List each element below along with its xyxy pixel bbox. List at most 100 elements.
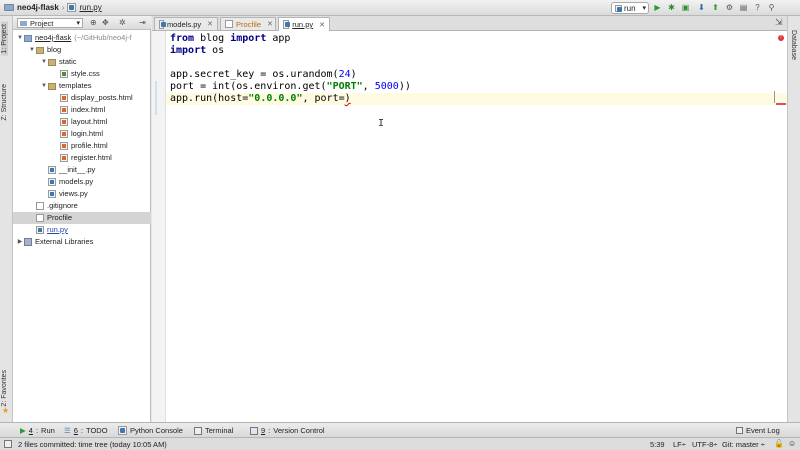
python-file-icon [48, 166, 56, 174]
tree-item[interactable]: login.html [13, 128, 151, 140]
terminal-tool-label: Terminal [205, 426, 234, 435]
search-icon[interactable]: ⚲ [766, 2, 777, 13]
python-console-button[interactable]: Python Console [118, 426, 183, 435]
toggle-tool-windows-icon[interactable] [4, 440, 12, 448]
tree-item[interactable]: run.py [13, 224, 151, 236]
vcs-commit-icon[interactable]: ⬆ [710, 2, 721, 13]
editor-split-icon[interactable]: ⇲ [775, 17, 783, 28]
code-editor[interactable]: from blog import app import os app.secret_… [152, 31, 787, 422]
error-indicator-icon[interactable]: ! [778, 35, 784, 41]
collapse-icon[interactable]: ✥ [102, 18, 109, 27]
run-tool-button[interactable]: ▶ 4: Run [20, 426, 55, 435]
text-cursor-icon: I [378, 118, 385, 129]
tree-item[interactable]: __init__.py [13, 164, 151, 176]
keyword-token: import [170, 45, 207, 56]
lock-icon[interactable]: 🔓 [774, 439, 784, 448]
tree-item-label: login.html [71, 129, 104, 138]
event-log-button[interactable]: Event Log [736, 426, 780, 435]
todo-icon: ☰ [64, 426, 71, 435]
tree-item-label: run.py [47, 225, 68, 234]
project-tool-tab[interactable]: 1: Project [1, 22, 8, 56]
run-icon[interactable]: ▶ [652, 2, 663, 13]
tab-procfile[interactable]: Procfile ✕ [220, 17, 276, 30]
version-control-button[interactable]: 9: Version Control [250, 426, 325, 435]
expand-arrow-icon[interactable]: ▼ [16, 32, 24, 44]
collapse-arrow-icon[interactable]: ▶ [16, 236, 24, 248]
tree-item[interactable]: layout.html [13, 116, 151, 128]
tab-models-py[interactable]: models.py ✕ [154, 17, 218, 30]
terminal-tool-button[interactable]: Terminal [194, 426, 233, 435]
tree-item[interactable]: index.html [13, 104, 151, 116]
breadcrumb-file[interactable]: run.py [79, 3, 101, 12]
help-icon[interactable]: ? [752, 2, 763, 13]
tree-item[interactable]: display_posts.html [13, 92, 151, 104]
python-file-icon [615, 4, 622, 12]
tree-item[interactable]: Procfile [13, 212, 151, 224]
code-token: app.run(host= [170, 93, 249, 104]
code-token: blog [194, 33, 231, 44]
bottom-tool-bar: ▶ 4: Run ☰ 6: TODO Python Console Termin… [0, 422, 800, 437]
keyword-token: import [230, 33, 267, 44]
python-console-label: Python Console [130, 426, 183, 435]
run-tool-number: 4 [28, 426, 33, 435]
error-stripe-mark[interactable] [776, 103, 786, 105]
tree-item[interactable]: ▼ blog [13, 44, 151, 56]
expand-arrow-icon[interactable]: ▼ [28, 44, 36, 56]
vcs-update-icon[interactable]: ⬇ [696, 2, 707, 13]
project-view-select[interactable]: Project [17, 18, 83, 28]
tree-item[interactable]: models.py [13, 176, 151, 188]
tree-item-label: Procfile [47, 213, 73, 222]
tree-item-label: style.css [71, 69, 100, 78]
code-token: ) [350, 69, 357, 80]
python-file-icon [159, 19, 166, 29]
star-icon: ★ [2, 406, 10, 415]
line-separator[interactable]: LF÷ [673, 440, 686, 449]
settings-icon[interactable]: ⚙ [724, 2, 735, 13]
expand-arrow-icon[interactable]: ▼ [40, 80, 48, 92]
expand-arrow-icon[interactable]: ▼ [40, 56, 48, 68]
tree-item[interactable]: views.py [13, 188, 151, 200]
version-control-icon [250, 426, 258, 435]
close-icon[interactable]: ✕ [207, 20, 213, 28]
structure-icon[interactable]: ▤ [738, 2, 749, 13]
favorites-tool-tab[interactable]: 2: Favorites [1, 370, 8, 407]
chevron-down-icon: ▾ [642, 5, 646, 12]
change-marker [155, 81, 163, 115]
breadcrumb-project[interactable]: neo4j-flask [17, 3, 59, 12]
close-icon[interactable]: ✕ [267, 20, 273, 28]
git-branch[interactable]: Git: master ÷ [722, 440, 765, 449]
inspector-icon[interactable]: ☺ [788, 439, 796, 448]
gear-icon[interactable]: ✲ [119, 18, 126, 27]
tree-item[interactable]: style.css [13, 68, 151, 80]
tree-item-label: display_posts.html [71, 93, 133, 102]
tree-item[interactable]: .gitignore [13, 200, 151, 212]
run-config-select[interactable]: run ▾ [611, 2, 649, 14]
tree-item[interactable]: ▼ static [13, 56, 151, 68]
tab-run-py[interactable]: run.py ✕ [278, 17, 330, 31]
close-icon[interactable]: ✕ [319, 21, 325, 29]
code-token: port = int(os.environ.get( [170, 81, 327, 92]
html-file-icon [60, 106, 68, 114]
library-icon [24, 238, 32, 246]
tree-item[interactable]: ▼ templates [13, 80, 151, 92]
status-message[interactable]: 2 files committed: time tree (today 10:0… [18, 440, 167, 449]
database-tool-tab[interactable]: Database [790, 30, 797, 60]
coverage-icon[interactable]: ▣ [680, 2, 691, 13]
css-file-icon [60, 70, 68, 78]
hide-panel-icon[interactable]: ⇥ [139, 18, 146, 27]
todo-tool-button[interactable]: ☰ 6: TODO [64, 426, 108, 435]
tree-item[interactable]: register.html [13, 152, 151, 164]
sync-icon[interactable]: ⊕ [90, 18, 97, 27]
tree-item[interactable]: profile.html [13, 140, 151, 152]
tab-label: run.py [292, 20, 314, 29]
debug-icon[interactable]: ✱ [666, 2, 677, 13]
html-file-icon [60, 130, 68, 138]
tree-item-label: views.py [59, 189, 88, 198]
status-bar: 2 files committed: time tree (today 10:0… [0, 437, 800, 450]
tree-item[interactable]: ▼ neo4j-flask (~/GitHub/neo4j-f [13, 32, 151, 44]
string-token: "PORT" [326, 81, 363, 92]
caret-position[interactable]: 5:39 [650, 440, 665, 449]
structure-tool-tab[interactable]: Z: Structure [1, 84, 8, 121]
file-encoding[interactable]: UTF-8÷ [692, 440, 717, 449]
tree-item[interactable]: ▶ External Libraries [13, 236, 151, 248]
